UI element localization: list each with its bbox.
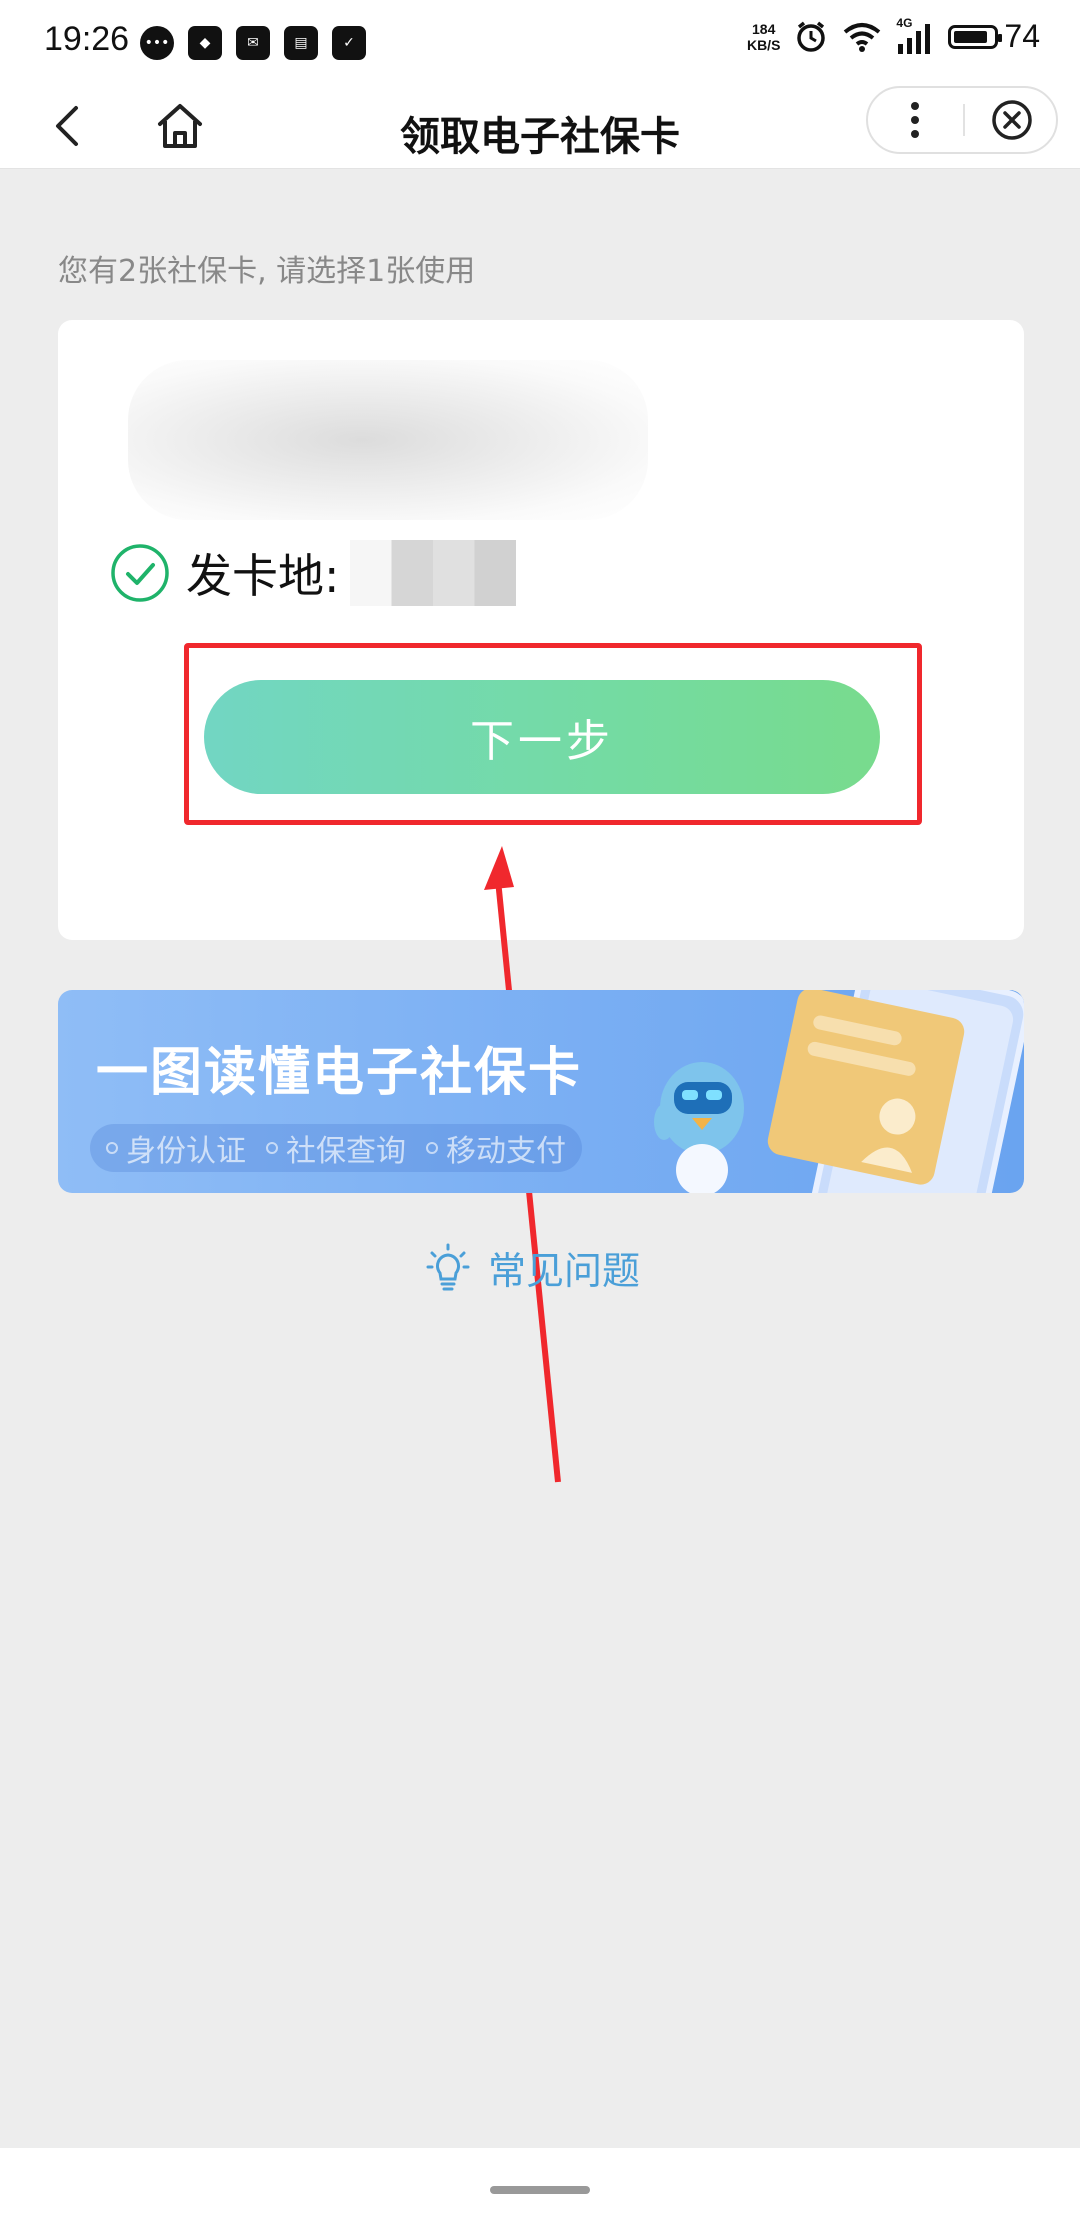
issue-place-label: 发卡地: [186, 549, 340, 603]
banner-illustration [654, 990, 1024, 1193]
faq-link[interactable]: 常见问题 [426, 1240, 640, 1295]
more-button[interactable] [868, 88, 962, 152]
navigation-bar: 领取电子社保卡 [0, 86, 1080, 169]
guide-banner[interactable]: 一图读懂电子社保卡 身份认证 社保查询 移动支付 [58, 990, 1024, 1193]
card-count-hint: 您有2张社保卡, 请选择1张使用 [58, 254, 476, 289]
news-icon: ▤ [284, 26, 318, 60]
lightbulb-icon [426, 1243, 470, 1290]
signal-icon: 4G [896, 16, 934, 54]
banner-tags: 身份认证 社保查询 移动支付 [90, 1124, 582, 1172]
battery-indicator: 74 [948, 18, 1040, 55]
task-check-icon: ✓ [332, 26, 366, 60]
banner-tag: 社保查询 [266, 1126, 406, 1170]
faq-label: 常见问题 [488, 1249, 641, 1293]
notification-icons: ••• ◆ ✉ ▤ ✓ [140, 26, 366, 60]
capsule-divider [963, 104, 965, 136]
more-vertical-icon [911, 102, 919, 138]
wifi-icon [844, 22, 881, 52]
banner-tag: 身份认证 [106, 1126, 246, 1170]
mini-program-capsule [866, 86, 1058, 154]
qq-icon: ◆ [188, 26, 222, 60]
net-speed: 184 KB/S [746, 20, 781, 53]
banner-tag: 移动支付 [426, 1126, 566, 1170]
check-circle-icon[interactable] [110, 543, 170, 603]
close-circle-icon [992, 100, 1032, 140]
issue-place-row: 发卡地: [110, 540, 516, 606]
close-button[interactable] [968, 88, 1056, 152]
system-bottom-bar [0, 2148, 1080, 2232]
mail-icon: ✉ [236, 26, 270, 60]
status-bar: 19:26 ••• ◆ ✉ ▤ ✓ 184 KB/S 4G 74 [0, 0, 1080, 86]
message-icon: ••• [140, 26, 174, 60]
social-security-card[interactable]: 发卡地: 下一步 [58, 320, 1024, 940]
status-time: 19:26 [44, 20, 130, 58]
home-indicator[interactable] [490, 2186, 590, 2194]
blurred-issue-place-value [349, 540, 516, 606]
blurred-card-holder-info [128, 360, 648, 520]
status-right: 184 KB/S 4G 74 [746, 16, 1040, 55]
next-step-button[interactable]: 下一步 [204, 680, 880, 794]
battery-icon [948, 24, 1003, 49]
alarm-icon [797, 21, 826, 52]
banner-title: 一图读懂电子社保卡 [96, 1043, 583, 1103]
